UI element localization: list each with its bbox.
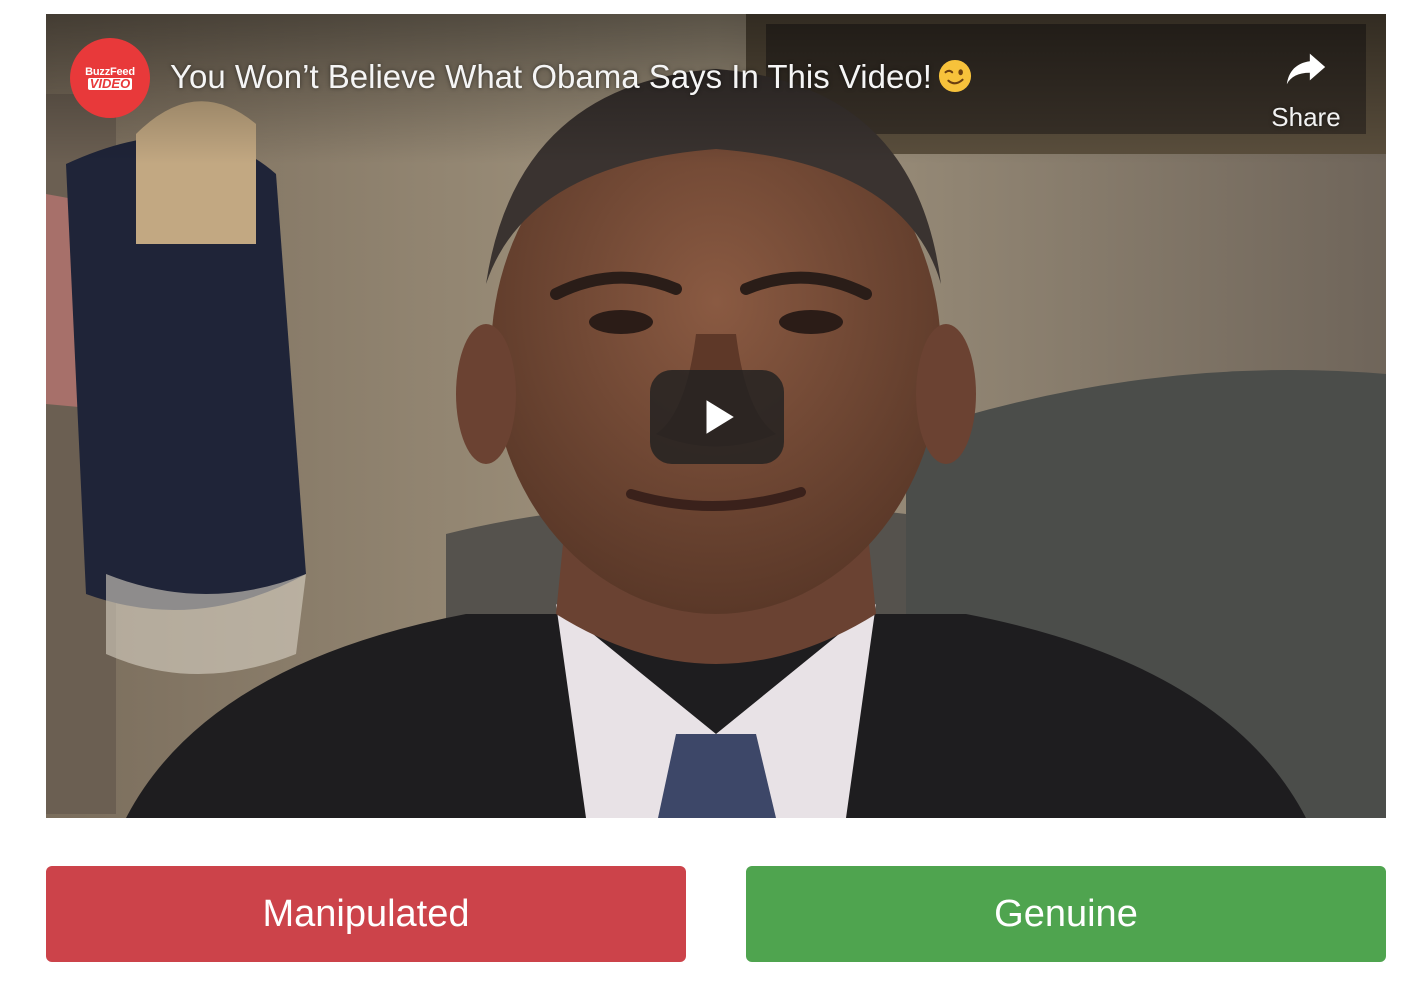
- genuine-button[interactable]: Genuine: [746, 866, 1386, 962]
- channel-logo-line2: VIDEO: [87, 75, 133, 91]
- play-button[interactable]: [650, 370, 784, 464]
- channel-logo[interactable]: BuzzFeed VIDEO: [70, 38, 150, 118]
- video-title-text: You Won’t Believe What Obama Says In Thi…: [170, 58, 932, 95]
- video-player[interactable]: BuzzFeed VIDEO You Won’t Believe What Ob…: [46, 14, 1386, 818]
- share-label: Share: [1271, 102, 1341, 132]
- play-icon: [706, 400, 734, 434]
- manipulated-button[interactable]: Manipulated: [46, 866, 686, 962]
- video-title[interactable]: You Won’t Believe What Obama Says In Thi…: [170, 58, 972, 96]
- share-arrow-icon: [1286, 53, 1326, 85]
- winking-face-icon: [938, 59, 972, 93]
- share-button[interactable]: Share: [1262, 40, 1350, 140]
